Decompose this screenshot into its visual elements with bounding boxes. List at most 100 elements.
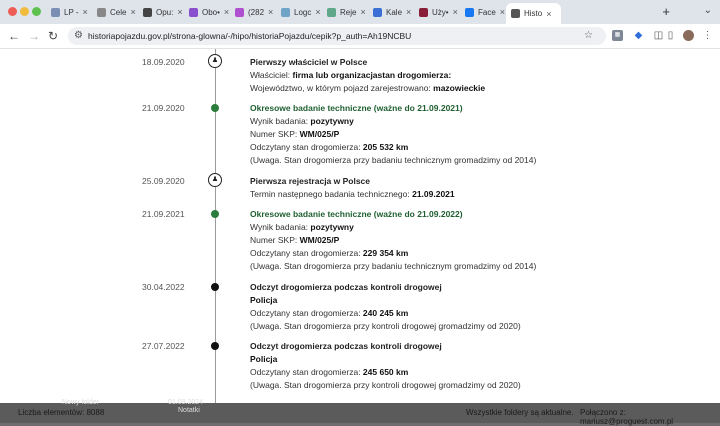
connection-status-label: Połączono z: mariusz@proguest.com.pl	[580, 408, 674, 426]
maximize-window-button[interactable]	[32, 7, 41, 16]
item-count-label: Liczba elementów: 8088	[18, 408, 105, 417]
tab-close-icon[interactable]: ×	[500, 7, 505, 17]
detail-value: Policja	[250, 295, 278, 305]
tab-7[interactable]: Reje ×	[322, 3, 371, 21]
tab-9[interactable]: Uży• ×	[414, 3, 463, 21]
entry-title: Pierwszy właściciel w Polsce	[250, 57, 368, 67]
detail-value: WM/025/P	[299, 235, 340, 245]
tab-close-icon[interactable]: ×	[177, 7, 182, 17]
profile-avatar[interactable]	[683, 30, 694, 41]
tab-close-icon[interactable]: ×	[360, 7, 365, 17]
site-info-icon[interactable]: ⚙	[73, 30, 84, 41]
tab-close-icon[interactable]: ×	[224, 7, 229, 17]
tag-extension-icon[interactable]: ◆	[633, 30, 644, 41]
peek-notes-label: Notatki	[178, 407, 200, 414]
url-text[interactable]: historiapojazdu.gov.pl/strona-glowna/-/h…	[88, 31, 411, 41]
entry-title: Pierwsza rejestracja w Polsce	[250, 176, 371, 186]
detail-label: Odczytany stan drogomierza:	[250, 367, 363, 377]
detail-label: Termin następnego badania technicznego:	[250, 189, 413, 199]
detail-value: pozytywny	[310, 222, 354, 232]
tab-label: Kale	[386, 7, 403, 17]
tab-label: Logc	[294, 7, 312, 17]
close-window-button[interactable]	[8, 7, 17, 16]
detail-label: (Uwaga. Stan drogomierza przy kontroli d…	[250, 321, 521, 331]
tab-close-icon[interactable]: ×	[406, 7, 411, 17]
entry-detail-line: (Uwaga. Stan drogomierza przy badaniu te…	[250, 155, 536, 168]
entry-title: Odczyt drogomierza podczas kontroli drog…	[250, 341, 442, 351]
detail-label: Wynik badania:	[250, 116, 311, 126]
tab-4[interactable]: Obo• ×	[184, 3, 233, 21]
tab-label: Obo•	[202, 7, 220, 17]
tab-1[interactable]: LP - ×	[46, 3, 95, 21]
tab-label: Reje	[340, 7, 357, 17]
tab-6[interactable]: Logc ×	[276, 3, 325, 21]
peek-date-label: 01.09.2024	[168, 399, 204, 406]
detail-label: (Uwaga. Stan drogomierza przy badaniu te…	[250, 261, 537, 271]
page-content: 18.09.2020 ♟ Pierwszy właściciel w Polsce W…	[0, 49, 720, 403]
sidebar-panel-icon[interactable]: ▯	[665, 30, 676, 41]
forward-arrow-icon[interactable]: →	[28, 29, 40, 43]
back-arrow-icon[interactable]: ←	[8, 29, 20, 43]
detail-label: Odczytany stan drogomierza:	[250, 308, 363, 318]
tab-close-icon[interactable]: ×	[453, 7, 458, 17]
tab-label: (282	[248, 7, 265, 17]
owner-ring-icon: ♟	[208, 54, 222, 68]
owner-ring-icon: ♟	[208, 173, 222, 187]
extensions-puzzle-icon[interactable]: ◫	[653, 30, 664, 41]
minimize-window-button[interactable]	[20, 7, 29, 16]
entry-details: Okresowe badanie techniczne (ważne do 21…	[250, 103, 536, 168]
bookmark-star-icon[interactable]: ☆	[583, 30, 594, 41]
tab-label: Cele	[110, 7, 127, 17]
entry-detail-line: Odczytany stan drogomierza: 240 245 km	[250, 308, 521, 321]
tab-favicon-icon	[327, 7, 336, 17]
entry-detail-line: Policja	[250, 354, 521, 367]
entry-detail-line: Numer SKP: WM/025/P	[250, 129, 536, 142]
tab-favicon-icon	[235, 7, 244, 17]
tab-close-icon[interactable]: ×	[315, 7, 320, 17]
entry-detail-line: Policja	[250, 295, 521, 308]
detail-label: (Uwaga. Stan drogomierza przy kontroli d…	[250, 380, 521, 390]
browser-window: LP - × Cele × Opu: × Obo• × (282 × Logc × Reje × Kale ×…	[0, 0, 720, 403]
tab-2[interactable]: Cele ×	[92, 3, 141, 21]
extension-icon[interactable]: ▦	[612, 30, 623, 41]
entry-date: 21.09.2021	[142, 209, 185, 219]
tab-favicon-icon	[143, 7, 152, 17]
tab-label: Face	[478, 7, 496, 17]
entry-detail-line: Odczytany stan drogomierza: 229 354 km	[250, 248, 536, 261]
tab-search-chevron-icon[interactable]: ⌄	[704, 5, 712, 16]
detail-value: pozytywny	[310, 116, 354, 126]
entry-details: Pierwszy właściciel w Polsce Właściciel: …	[250, 57, 485, 96]
inspection-dot-icon	[211, 210, 219, 218]
detail-label: Właściciel:	[250, 70, 293, 80]
tab-11[interactable]: Histo ×	[506, 3, 561, 24]
tab-close-icon[interactable]: ×	[546, 9, 551, 19]
entry-details: Odczyt drogomierza podczas kontroli drog…	[250, 341, 521, 393]
tab-label: LP -	[64, 7, 79, 17]
tab-close-icon[interactable]: ×	[268, 7, 273, 17]
entry-title: Okresowe badanie techniczne (ważne do 21…	[250, 209, 463, 219]
detail-value: 205 532 km	[362, 142, 409, 152]
tab-favicon-icon	[97, 7, 106, 17]
entry-detail-line: Wynik badania: pozytywny	[250, 116, 536, 129]
entry-detail-line: Wynik badania: pozytywny	[250, 222, 536, 235]
browser-toolbar: ← → ↻ ⚙ historiapojazdu.gov.pl/strona-gl…	[0, 24, 720, 49]
peek-folder-label: Nowy folder	[62, 399, 99, 406]
tab-close-icon[interactable]: ×	[83, 7, 88, 17]
entry-detail-line: (Uwaga. Stan drogomierza przy kontroli d…	[250, 321, 521, 334]
detail-label: Odczytany stan drogomierza:	[250, 142, 363, 152]
folders-status-label: Wszystkie foldery są aktualne.	[466, 408, 574, 417]
tab-5[interactable]: (282 ×	[230, 3, 279, 21]
tab-favicon-icon	[281, 7, 290, 17]
menu-kebab-icon[interactable]: ⋮	[702, 30, 713, 41]
tab-3[interactable]: Opu: ×	[138, 3, 187, 21]
entry-date: 30.04.2022	[142, 282, 185, 292]
new-tab-icon[interactable]: +	[662, 4, 670, 19]
tab-10[interactable]: Face ×	[460, 3, 509, 21]
tab-close-icon[interactable]: ×	[130, 7, 135, 17]
entry-date: 25.09.2020	[142, 176, 185, 186]
tab-8[interactable]: Kale ×	[368, 3, 417, 21]
detail-label: Województwo, w którym pojazd zarejestrow…	[250, 83, 434, 93]
background-app-statusbar: Nowy folder 01.09.2024 Notatki Liczba el…	[0, 399, 720, 426]
tab-label: Uży•	[432, 7, 449, 17]
reload-icon[interactable]: ↻	[48, 29, 58, 43]
